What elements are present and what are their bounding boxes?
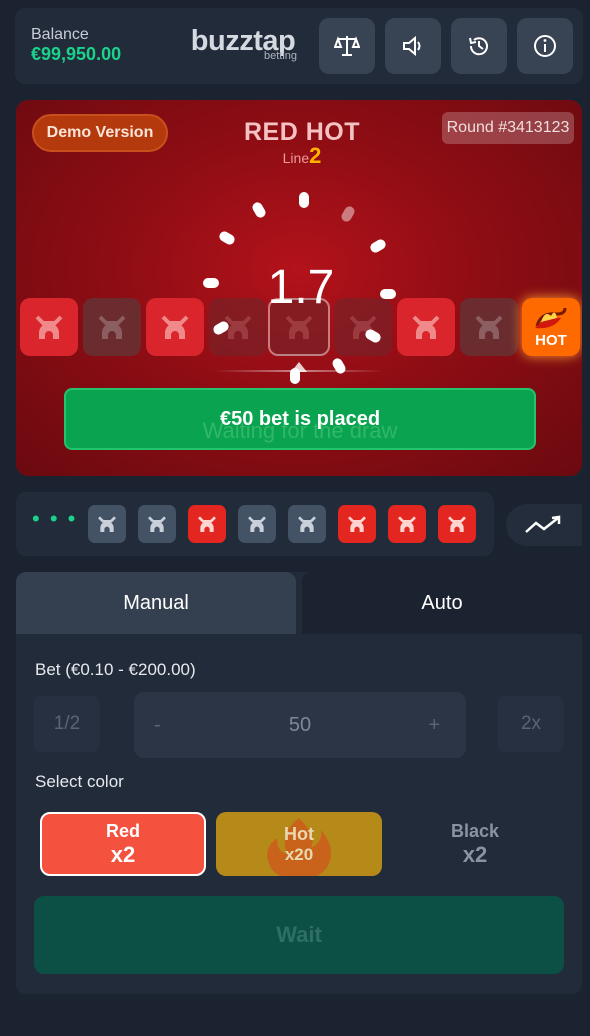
devil-face-icon [248, 516, 266, 532]
devil-face-icon [35, 315, 63, 339]
game-logo: RED HOT Line2 [232, 118, 372, 169]
devil-face-icon [98, 516, 116, 532]
countdown-dot [380, 289, 396, 299]
color-name: Red [105, 820, 140, 841]
history-tile [288, 505, 326, 543]
devil-face-icon [475, 315, 503, 339]
color-option-red[interactable]: Red x2 [40, 812, 206, 876]
game-board: Demo Version RED HOT Line2 Round #341312… [16, 100, 582, 476]
devil-face-icon [298, 516, 316, 532]
devil-face-icon [161, 315, 189, 339]
devil-face-icon [398, 516, 416, 532]
countdown-value: 1.7 [267, 261, 335, 314]
balance-label: Balance [31, 26, 89, 43]
history-more-dots[interactable]: • • • [32, 506, 77, 532]
select-color-label: Select color [35, 772, 124, 791]
double-bet-button[interactable]: 2x [498, 696, 564, 752]
increase-bet-button[interactable]: + [428, 692, 440, 758]
countdown-dot [203, 278, 219, 288]
sound-icon [403, 35, 421, 57]
reel-tile [83, 298, 141, 356]
reel-tile [460, 298, 518, 356]
game-logo-line: Line [282, 150, 310, 166]
bet-panel: Manual Auto Bet (€0.10 - €200.00) 1/2 50… [16, 572, 582, 994]
chili-pepper-icon [535, 307, 567, 328]
sound-button[interactable] [385, 18, 441, 74]
color-multiplier: x2 [462, 841, 488, 867]
scales-icon [334, 36, 360, 56]
game-logo-number: 2 [309, 143, 322, 168]
bet-range-label: Bet (€0.10 - €200.00) [35, 660, 196, 679]
reel-tile [397, 298, 455, 356]
countdown-dot [299, 192, 309, 208]
round-number: Round #3413123 [442, 112, 574, 144]
wait-button[interactable]: Wait [34, 896, 564, 974]
history-tile [438, 505, 476, 543]
countdown-dot [217, 229, 237, 247]
half-bet-button[interactable]: 1/2 [34, 696, 100, 752]
top-bar: Balance €99,950.00 buzztap betting [15, 8, 583, 84]
balance-value: €99,950.00 [31, 44, 122, 64]
devil-face-icon [98, 315, 126, 339]
info-icon [534, 35, 556, 57]
tab-auto[interactable]: Auto [302, 572, 582, 634]
info-button[interactable] [517, 18, 573, 74]
demo-version-badge: Demo Version [32, 114, 168, 152]
history-tile [238, 505, 276, 543]
tab-manual[interactable]: Manual [16, 572, 296, 634]
countdown-dot [339, 204, 357, 224]
reel-tile-hot: HOT [522, 298, 580, 356]
color-multiplier: x2 [110, 841, 136, 867]
reel-tile [20, 298, 78, 356]
countdown-dot [250, 200, 268, 220]
devil-face-icon [348, 516, 366, 532]
bet-amount-input[interactable]: 50 [134, 692, 466, 758]
statistics-button[interactable] [506, 504, 582, 546]
bet-amount-stepper: 50 - + [134, 692, 466, 758]
history-tile [88, 505, 126, 543]
brand-logo: buzztap betting [183, 26, 303, 62]
history-tile [388, 505, 426, 543]
decrease-bet-button[interactable]: - [154, 692, 161, 758]
results-history[interactable]: • • • [16, 492, 494, 556]
color-multiplier: x20 [284, 844, 314, 864]
color-option-hot[interactable]: Hot x20 [216, 812, 382, 876]
history-icon [469, 37, 488, 56]
trend-chart-icon [525, 515, 561, 533]
color-name: Hot [284, 823, 314, 844]
history-tile [338, 505, 376, 543]
countdown-dot [290, 368, 300, 384]
history-button[interactable] [451, 18, 507, 74]
devil-face-icon [448, 516, 466, 532]
history-tile [188, 505, 226, 543]
history-tile [138, 505, 176, 543]
reel-tile [146, 298, 204, 356]
devil-face-icon [412, 315, 440, 339]
countdown-dot [368, 237, 388, 255]
color-option-black[interactable]: Black x2 [392, 812, 558, 876]
hot-tile-label: HOT [535, 331, 567, 349]
devil-face-icon [148, 516, 166, 532]
countdown-dot [330, 356, 348, 376]
color-name: Black [450, 820, 500, 841]
waiting-message: Waiting for the draw [202, 418, 398, 443]
devil-face-icon [198, 516, 216, 532]
fairness-button[interactable] [319, 18, 375, 74]
